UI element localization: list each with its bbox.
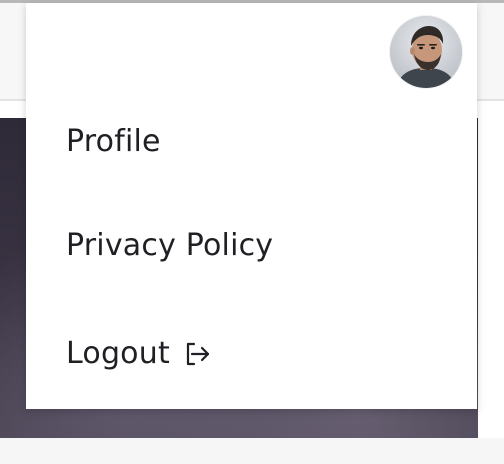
- menu-item-logout[interactable]: Logout: [66, 339, 212, 369]
- logout-icon: [182, 339, 212, 369]
- user-avatar[interactable]: [390, 16, 462, 88]
- menu-item-label: Privacy Policy: [66, 228, 274, 263]
- avatar-image: [390, 16, 462, 88]
- menu-item-label: Profile: [66, 124, 161, 159]
- menu-item-label: Logout: [66, 336, 170, 371]
- menu-item-privacy-policy[interactable]: Privacy Policy: [66, 231, 273, 261]
- page-bottom-background: [0, 438, 504, 464]
- menu-item-profile[interactable]: Profile: [66, 127, 161, 157]
- user-menu-dropdown: Profile Privacy Policy Logout: [26, 3, 477, 409]
